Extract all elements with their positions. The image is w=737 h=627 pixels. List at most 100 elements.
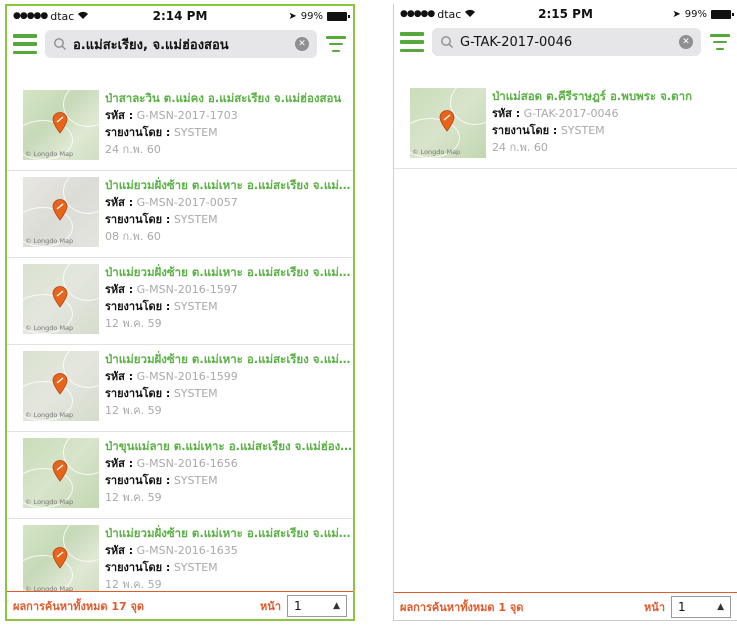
list-item[interactable]: © Longdo Map ป่าแม่สอด ต.คีรีราษฎร์ อ.พบพ… xyxy=(394,82,737,169)
location-arrow-icon: ➤ xyxy=(672,8,681,20)
item-date: 08 ก.พ. 60 xyxy=(105,230,161,243)
list-item[interactable]: © Longdo Map ป่าแม่ยวมฝั่งซ้าย ต.แม่เหาะ … xyxy=(7,258,353,345)
item-body: ป่าสาละวิน ต.แม่คง อ.แม่สะเรียง จ.แม่ฮ่อ… xyxy=(99,90,353,158)
item-code-row: รหัส : G-MSN-2016-1635 xyxy=(105,542,353,559)
item-reporter-row: รายงานโดย : SYSTEM xyxy=(105,385,353,402)
carrier-label: dtac xyxy=(50,9,75,23)
item-code-row: รหัส : G-TAK-2017-0046 xyxy=(492,105,737,122)
map-credit: © Longdo Map xyxy=(25,411,74,419)
search-input[interactable]: อ.แม่สะเรียง, จ.แม่ฮ่องสอน xyxy=(73,34,289,55)
list-item[interactable]: © Longdo Map ป่าแม่ยวมฝั่งซ้าย ต.แม่เหาะ … xyxy=(7,171,353,258)
map-credit: © Longdo Map xyxy=(25,150,74,158)
clear-icon[interactable]: ✕ xyxy=(295,37,309,51)
map-pin-icon xyxy=(52,373,68,395)
item-date: 12 พ.ค. 59 xyxy=(105,578,162,591)
search-bar: G-TAK-2017-0046 ✕ xyxy=(394,24,737,60)
item-reporter-row: รายงานโดย : SYSTEM xyxy=(105,211,353,228)
result-list: © Longdo Map ป่าแม่สอด ต.คีรีราษฎร์ อ.พบพ… xyxy=(394,82,737,592)
item-body: ป่าแม่ยวมฝั่งซ้าย ต.แม่เหาะ อ.แม่สะเรียง… xyxy=(99,264,353,332)
hamburger-icon[interactable] xyxy=(400,32,424,52)
filter-icon[interactable] xyxy=(325,36,347,52)
search-bar: อ.แม่สะเรียง, จ.แม่ฮ่องสอน ✕ xyxy=(7,26,353,62)
signal-icon: ●●●●● xyxy=(400,9,435,19)
search-field[interactable]: อ.แม่สะเรียง, จ.แม่ฮ่องสอน ✕ xyxy=(45,30,317,58)
item-reporter-row: รายงานโดย : SYSTEM xyxy=(105,298,353,315)
search-input[interactable]: G-TAK-2017-0046 xyxy=(460,35,673,50)
phone-screen-right: ●●●●● dtac 2:15 PM ➤ 99% G-TAK-2017-0046… xyxy=(393,4,737,621)
battery-percent: 99% xyxy=(300,10,323,22)
map-thumbnail: © Longdo Map xyxy=(23,90,99,160)
status-bar: ●●●●● dtac 2:14 PM ➤ 99% xyxy=(7,6,353,26)
code-label: รหัส : xyxy=(105,457,134,470)
map-pin-icon xyxy=(52,286,68,308)
phone-screen-left: ●●●●● dtac 2:14 PM ➤ 99% อ.แม่สะเรียง, จ… xyxy=(5,4,355,621)
item-code-row: รหัส : G-MSN-2016-1656 xyxy=(105,455,353,472)
carrier-label: dtac xyxy=(437,7,462,21)
item-code: G-MSN-2016-1597 xyxy=(136,283,238,296)
map-thumbnail: © Longdo Map xyxy=(23,177,99,247)
code-label: รหัส : xyxy=(105,196,134,209)
item-reporter: SYSTEM xyxy=(173,213,218,226)
reporter-label: รายงานโดย : xyxy=(105,387,171,400)
map-pin-icon xyxy=(52,112,68,134)
map-pin-icon xyxy=(52,547,68,569)
item-date: 12 พ.ค. 59 xyxy=(105,317,162,330)
signal-icon: ●●●●● xyxy=(13,11,48,21)
item-reporter: SYSTEM xyxy=(173,126,218,139)
item-reporter: SYSTEM xyxy=(173,387,218,400)
item-code-row: รหัส : G-MSN-2016-1597 xyxy=(105,281,353,298)
list-item[interactable]: © Longdo Map ป่าขุนแม่ลาย ต.แม่เหาะ อ.แม่… xyxy=(7,432,353,519)
item-title: ป่าแม่ยวมฝั่งซ้าย ต.แม่เหาะ อ.แม่สะเรียง… xyxy=(105,265,353,279)
list-item[interactable]: © Longdo Map ป่าสาละวิน ต.แม่คง อ.แม่สะเร… xyxy=(7,84,353,171)
item-code-row: รหัส : G-MSN-2017-1703 xyxy=(105,107,353,124)
battery-icon xyxy=(711,9,734,19)
item-code-row: รหัส : G-MSN-2017-0057 xyxy=(105,194,353,211)
list-item[interactable]: © Longdo Map ป่าแม่ยวมฝั่งซ้าย ต.แม่เหาะ … xyxy=(7,345,353,432)
item-title: ป่าแม่ยวมฝั่งซ้าย ต.แม่เหาะ อ.แม่สะเรียง… xyxy=(105,178,353,192)
item-reporter: SYSTEM xyxy=(173,474,218,487)
item-date: 24 ก.พ. 60 xyxy=(492,141,548,154)
filter-icon[interactable] xyxy=(709,34,731,50)
item-date: 12 พ.ค. 59 xyxy=(105,491,162,504)
map-pin-icon xyxy=(52,460,68,482)
item-date: 24 ก.พ. 60 xyxy=(105,143,161,156)
clear-icon[interactable]: ✕ xyxy=(679,35,693,49)
item-code: G-MSN-2016-1599 xyxy=(136,370,238,383)
wifi-icon xyxy=(464,8,476,21)
search-field[interactable]: G-TAK-2017-0046 ✕ xyxy=(432,28,701,56)
item-body: ป่าแม่ยวมฝั่งซ้าย ต.แม่เหาะ อ.แม่สะเรียง… xyxy=(99,351,353,419)
item-reporter-row: รายงานโดย : SYSTEM xyxy=(105,559,353,576)
item-body: ป่าแม่สอด ต.คีรีราษฎร์ อ.พบพระ จ.ตาก รหัส… xyxy=(486,88,737,156)
map-thumbnail: © Longdo Map xyxy=(23,525,99,591)
clock: 2:15 PM xyxy=(538,7,593,21)
map-thumbnail: © Longdo Map xyxy=(23,264,99,334)
reporter-label: รายงานโดย : xyxy=(105,561,171,574)
item-body: ป่าแม่ยวมฝั่งซ้าย ต.แม่เหาะ อ.แม่สะเรียง… xyxy=(99,177,353,245)
result-footer: ผลการค้นหาทั้งหมด 1 จุด หน้า 1 ▲ xyxy=(394,592,737,620)
item-reporter: SYSTEM xyxy=(560,124,605,137)
page-select[interactable]: 1 ▲ xyxy=(671,595,731,618)
item-reporter-row: รายงานโดย : SYSTEM xyxy=(492,122,737,139)
reporter-label: รายงานโดย : xyxy=(492,124,558,137)
page-label: หน้า xyxy=(260,599,281,613)
item-reporter-row: รายงานโดย : SYSTEM xyxy=(105,124,353,141)
page-select[interactable]: 1 ▲ xyxy=(287,594,347,617)
item-code: G-MSN-2016-1656 xyxy=(136,457,238,470)
code-label: รหัส : xyxy=(105,544,134,557)
result-count: ผลการค้นหาทั้งหมด 1 จุด xyxy=(400,600,524,614)
result-list: © Longdo Map ป่าสาละวิน ต.แม่คง อ.แม่สะเร… xyxy=(7,84,353,591)
code-label: รหัส : xyxy=(105,283,134,296)
item-code: G-MSN-2016-1635 xyxy=(136,544,238,557)
reporter-label: รายงานโดย : xyxy=(105,213,171,226)
page-label: หน้า xyxy=(644,600,665,614)
map-pin-icon xyxy=(439,110,455,132)
caret-up-icon: ▲ xyxy=(333,600,340,611)
clock: 2:14 PM xyxy=(152,9,208,23)
list-item[interactable]: © Longdo Map ป่าแม่ยวมฝั่งซ้าย ต.แม่เหาะ … xyxy=(7,519,353,591)
location-arrow-icon: ➤ xyxy=(288,10,297,22)
battery-icon xyxy=(327,11,350,21)
item-reporter: SYSTEM xyxy=(173,300,218,313)
hamburger-icon[interactable] xyxy=(13,34,37,54)
item-code: G-TAK-2017-0046 xyxy=(523,107,619,120)
result-count: ผลการค้นหาทั้งหมด 17 จุด xyxy=(13,599,145,613)
